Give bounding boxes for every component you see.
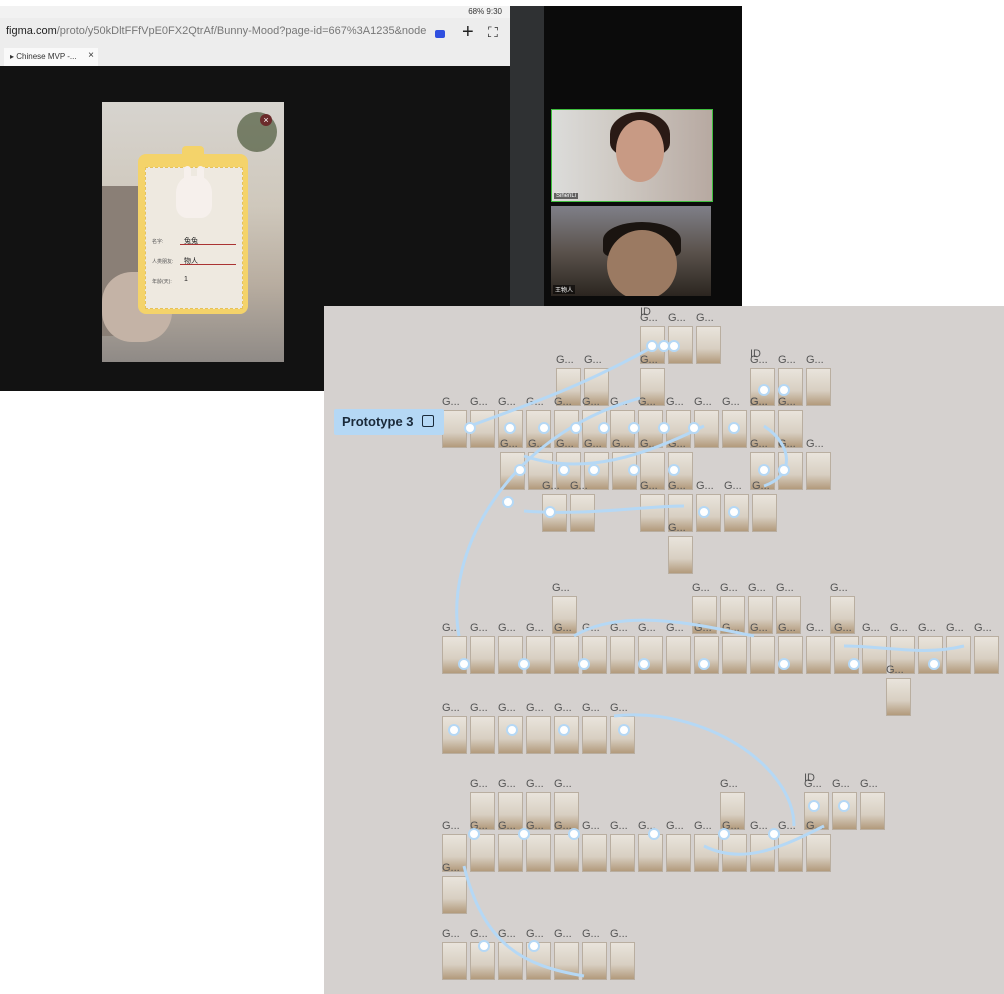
connection-node[interactable] <box>568 828 580 840</box>
prototype-flow-title: Prototype 3 <box>342 414 414 429</box>
connection-node[interactable] <box>478 940 490 952</box>
connection-node[interactable] <box>838 800 850 812</box>
prototype-flow-label[interactable]: Prototype 3 <box>334 409 444 435</box>
participant-tile[interactable]: SihenLi <box>551 109 713 202</box>
connection-node[interactable] <box>588 464 600 476</box>
connection-node[interactable] <box>506 724 518 736</box>
connection-node[interactable] <box>848 658 860 670</box>
connection-node[interactable] <box>646 340 658 352</box>
field-label: 年龄(天): <box>152 279 172 285</box>
connection-node[interactable] <box>514 464 526 476</box>
participant-face <box>616 120 664 182</box>
badge-card: 名字: 兔兔 人类朋友: 物人 年龄(天): 1 <box>145 166 243 309</box>
connection-node[interactable] <box>698 658 710 670</box>
connection-node[interactable] <box>544 506 556 518</box>
connection-node[interactable] <box>578 658 590 670</box>
connection-node[interactable] <box>448 724 460 736</box>
call-sidebar <box>510 6 544 306</box>
shield-icon[interactable] <box>435 30 445 38</box>
fullscreen-button[interactable]: ⛶ <box>488 24 498 41</box>
connection-node[interactable] <box>618 724 630 736</box>
participant-tile[interactable]: 王物人 <box>551 206 711 296</box>
connection-node[interactable] <box>458 658 470 670</box>
connection-node[interactable] <box>778 464 790 476</box>
connection-node[interactable] <box>558 724 570 736</box>
connection-node[interactable] <box>668 464 680 476</box>
connection-node[interactable] <box>558 464 570 476</box>
bunny-icon <box>176 166 212 218</box>
connection-node[interactable] <box>528 940 540 952</box>
connection-node[interactable] <box>728 506 740 518</box>
new-tab-button[interactable]: + <box>462 22 474 42</box>
status-text: 68% 9:30 <box>468 7 502 16</box>
tab-title: ▸ Chinese MVP -... <box>10 52 77 61</box>
connection-node[interactable] <box>628 422 640 434</box>
connection-node[interactable] <box>628 464 640 476</box>
connection-node[interactable] <box>808 800 820 812</box>
connection-node[interactable] <box>504 422 516 434</box>
address-bar[interactable]: figma.com/proto/y50kDltFFfVpE0FX2QtrAf/B… <box>0 18 510 48</box>
badge-tab <box>182 146 204 158</box>
connection-node[interactable] <box>464 422 476 434</box>
url-path: /proto/y50kDltFFfVpE0FX2QtrAf/Bunny-Mood… <box>56 25 426 37</box>
status-bar: 68% 9:30 <box>0 6 510 18</box>
connection-node[interactable] <box>648 828 660 840</box>
field-age: 年龄(天): 1 <box>152 276 188 285</box>
connection-node[interactable] <box>538 422 550 434</box>
connection-node[interactable] <box>728 422 740 434</box>
connection-node[interactable] <box>768 828 780 840</box>
tab-close-icon[interactable]: × <box>88 50 94 61</box>
id-badge: 名字: 兔兔 人类朋友: 物人 年龄(天): 1 <box>138 146 248 314</box>
connection-node[interactable] <box>518 658 530 670</box>
video-call-panel: SihenLi 王物人 <box>510 6 742 306</box>
connection-line <box>843 644 965 652</box>
tab-strip: ▸ Chinese MVP -... × <box>0 48 510 66</box>
connection-line <box>523 424 705 466</box>
field-name: 名字: 兔兔 <box>152 238 236 245</box>
connection-node[interactable] <box>778 384 790 396</box>
connection-node[interactable] <box>718 828 730 840</box>
field-value: 1 <box>184 276 188 283</box>
connection-line <box>763 424 788 488</box>
field-label: 名字: <box>152 239 164 245</box>
connection-line <box>462 865 585 978</box>
field-underline <box>180 244 236 245</box>
url-text[interactable]: figma.com/proto/y50kDltFFfVpE0FX2QtrAf/B… <box>6 25 426 37</box>
connection-node[interactable] <box>468 828 480 840</box>
field-underline <box>180 264 236 265</box>
tab-chinese-mvp[interactable]: ▸ Chinese MVP -... × <box>4 48 98 66</box>
field-friend: 人类朋友: 物人 <box>152 258 236 265</box>
connection-node[interactable] <box>598 422 610 434</box>
field-label: 人类朋友: <box>152 259 174 265</box>
present-icon <box>422 415 434 427</box>
connection-node[interactable] <box>758 384 770 396</box>
connection-node[interactable] <box>698 506 710 518</box>
connection-node[interactable] <box>668 340 680 352</box>
close-icon[interactable]: × <box>260 114 272 126</box>
connection-node[interactable] <box>658 340 670 352</box>
figma-canvas[interactable]: G... G... G... G... G... G... G... G... G... G...… <box>324 306 1004 994</box>
connection-line <box>469 344 655 428</box>
connection-node[interactable] <box>570 422 582 434</box>
prototype-view: × 名字: 兔兔 人类朋友: 物人 年龄(天): 1 <box>102 102 284 362</box>
connection-line <box>613 713 796 827</box>
connection-node[interactable] <box>502 496 514 508</box>
participant-face <box>607 230 677 296</box>
participant-name: SihenLi <box>554 193 579 199</box>
connection-node[interactable] <box>518 828 530 840</box>
connection-node[interactable] <box>658 422 670 434</box>
connection-line <box>573 618 755 638</box>
connection-node[interactable] <box>638 658 650 670</box>
connection-node[interactable] <box>928 658 940 670</box>
connection-node[interactable] <box>758 464 770 476</box>
connection-node[interactable] <box>688 422 700 434</box>
connection-node[interactable] <box>778 658 790 670</box>
url-host: figma.com <box>6 25 57 37</box>
participant-name: 王物人 <box>553 285 576 294</box>
